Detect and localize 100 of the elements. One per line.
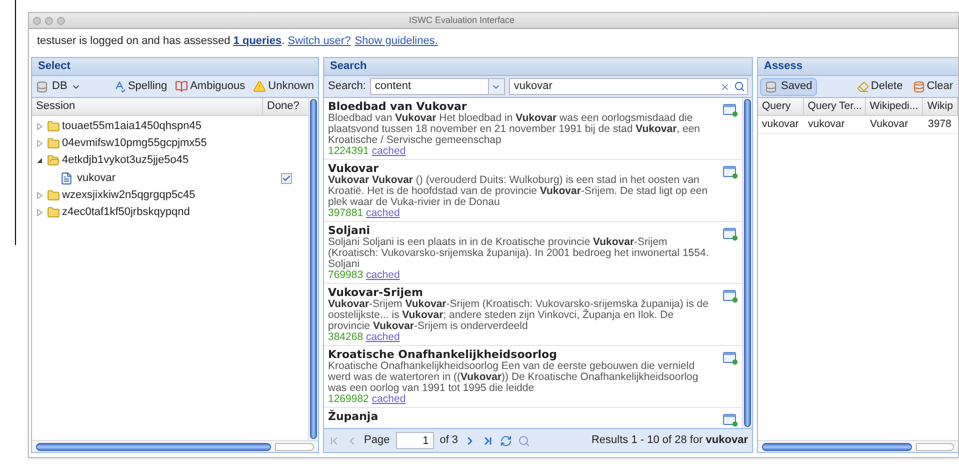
result-item[interactable]: Soljani Soljani Soljani is een plaats in in de Kroatische provincie Vukovar-Srijem (Kroatisch: Vukovarsko-srijemska županija). In 2001 bedroeg het inwonertal 1554. Soljani 769983 cached [324, 222, 742, 284]
result-title[interactable]: Vukovar-Srijem [328, 286, 715, 299]
result-title[interactable]: Vukovar [328, 162, 715, 175]
session-label: 04evmifsw10pmg55gcpjmx55 [62, 136, 207, 152]
column-header[interactable]: Wikip [923, 98, 958, 115]
filter-button[interactable]: Ambiguous [175, 78, 246, 95]
document-icon [60, 172, 73, 184]
result-title[interactable]: Kroatische Onafhankelijkheidsoorlog [328, 348, 715, 361]
tree-row[interactable]: 4etkdjb1vykot3uz5jje5o45 [32, 152, 308, 169]
folder-icon [47, 154, 60, 167]
collapsed-triangle-icon[interactable] [36, 140, 43, 147]
table-row[interactable]: vukovar vukovar Vukovar 3978 [758, 116, 958, 134]
add-window-icon[interactable] [723, 414, 738, 427]
column-header[interactable]: Session [32, 98, 263, 115]
collapsed-triangle-icon[interactable] [36, 209, 43, 216]
warning-icon [253, 80, 266, 93]
result-title[interactable]: Županja [328, 410, 715, 423]
table-cell-text: 3978 [927, 116, 952, 132]
database-icon [36, 80, 48, 92]
column-header[interactable]: Done? [263, 98, 308, 115]
add-window-icon[interactable] [723, 104, 738, 117]
search-icon[interactable] [734, 81, 745, 92]
cached-link[interactable]: cached [372, 393, 406, 405]
search-field[interactable]: vukovar [508, 78, 748, 95]
query-label: vukovar [77, 170, 117, 186]
panel-header: Select [32, 58, 318, 76]
result-snippet: Bloedbad van Vukovar Het bloedbad in Vukovar was een oorlogsmisdaad die plaatsvond tussen 18 november en 21 november 1991 bij de stad Vukovar, een Kroatische / Servische gemeenschap [328, 113, 702, 146]
book-icon [175, 80, 188, 93]
database-icon [765, 80, 777, 92]
result-snippet: Kroatische Onafhankelijkheidsoorlog Een van de eerste gebouwen die vernield werd was de watertoren in ((Vukovar)) De Kroatische Onafhankelijkheidsoorlog was een oorlog van 1991 tot 1995 die leidde [328, 361, 700, 394]
tree-row[interactable]: wzexsjixkiw2n5qgrgqp5c45 [32, 187, 308, 204]
table-cell-text: vukovar [807, 116, 846, 132]
toolbar-button[interactable]: Saved [760, 78, 818, 96]
tree-row[interactable]: 04evmifsw10pmg55gcpjmx55 [32, 135, 308, 152]
window-title: ISWC Evaluation Interface [409, 14, 515, 27]
collapsed-triangle-icon[interactable] [36, 192, 43, 199]
folder-icon [47, 137, 60, 150]
table-cell-text: vukovar [761, 116, 800, 132]
db-menu-button[interactable]: DB [36, 78, 82, 95]
field-select[interactable]: content [370, 78, 505, 95]
expanded-triangle-icon[interactable] [36, 157, 43, 164]
tree-row[interactable]: vukovar [32, 169, 308, 187]
tree-row[interactable]: z4ec0taf1kf50jrbskqypqnd [32, 204, 308, 221]
eraser-icon [856, 80, 869, 92]
scrollbar[interactable] [308, 98, 318, 440]
session-label: z4ec0taf1kf50jrbskqypqnd [62, 205, 190, 220]
refresh-icon[interactable] [500, 434, 512, 446]
horizontal-scrollbar[interactable] [32, 440, 318, 452]
result-score: 1224391 [328, 145, 369, 157]
result-snippet: Vukovar-Srijem Vukovar-Srijem (Kroatisch: Vukovarsko-srijemska županija) is de oostelijkste... is Vukovar; andere steden zijn Vinkovci, Županja en Ilok. De provincie Vukovar-Srijem is onderverdeeld [328, 299, 710, 332]
session-label: touaet55m1aia1450qhspn45 [62, 119, 202, 134]
link[interactable]: 1 queries [233, 34, 282, 47]
collapsed-triangle-icon[interactable] [36, 123, 43, 130]
database-icon [912, 80, 925, 92]
spellcheck-icon [112, 80, 126, 93]
link[interactable]: Switch user? [288, 34, 351, 47]
add-window-icon[interactable] [723, 228, 738, 241]
result-snippet: Vukovar Vukovar () (verouderd Duits: Wulkoburg) is een stad in het oosten van Kroatië. Het is de hoofdstad van de provincie Vukovar-Srijem. De stad ligt op een plek waar de Vuka-rivier in de Donau [328, 175, 709, 208]
check-icon [282, 174, 291, 182]
result-title[interactable]: Bloedbad van Vukovar [328, 100, 715, 113]
result-score: 397881 [328, 207, 364, 219]
login-status-text: testuser is logged on and has assessed 1 queries. Switch user? Show guidelines. [37, 34, 439, 49]
clear-icon[interactable] [720, 82, 730, 92]
panel-header: Search [324, 58, 752, 76]
search-label: Search: [328, 79, 366, 94]
toolbar-button[interactable]: Delete [854, 78, 906, 96]
done-checkbox[interactable] [281, 172, 292, 184]
horizontal-scrollbar[interactable] [758, 440, 958, 452]
link[interactable]: Show guidelines. [354, 34, 438, 47]
folder-icon [47, 189, 60, 202]
page-field[interactable]: 1 [396, 432, 434, 449]
result-score: 1269982 [328, 393, 369, 405]
panel-header: Assess [758, 58, 958, 76]
table-cell-text: Vukovar [869, 116, 910, 132]
column-header[interactable]: Query [758, 98, 804, 115]
filter-button[interactable]: Unknown [253, 78, 314, 95]
scrollbar[interactable] [742, 98, 752, 428]
folder-icon [47, 120, 60, 133]
filter-button[interactable]: Spelling [112, 78, 168, 95]
add-window-icon[interactable] [723, 352, 738, 365]
cached-link[interactable]: cached [366, 207, 400, 219]
result-title[interactable]: Soljani [328, 224, 715, 237]
result-score: 384268 [328, 331, 364, 343]
add-window-icon[interactable] [723, 166, 738, 179]
tree-row[interactable]: touaet55m1aia1450qhspn45 [32, 118, 308, 135]
column-header[interactable]: Wikipedi... [866, 98, 924, 115]
cached-link[interactable]: cached [366, 331, 400, 343]
cached-link[interactable]: cached [372, 145, 406, 157]
cached-link[interactable]: cached [366, 269, 400, 281]
session-label: wzexsjixkiw2n5qgrgqp5c45 [62, 188, 196, 204]
result-score: 769983 [328, 269, 364, 281]
results-summary: Results 1 - 10 of 28 for vukovar [591, 433, 748, 448]
column-header[interactable]: Query Ter... [804, 98, 866, 115]
session-label: 4etkdjb1vykot3uz5jje5o45 [62, 153, 189, 168]
toolbar-button[interactable]: Clear [910, 78, 956, 96]
folder-icon [47, 206, 60, 219]
result-snippet: Soljani Soljani is een plaats in in de Kroatische provincie Vukovar-Srijem (Kroatisch: Vukovarsko-srijemska županija). In 2001 bedroeg het inwonertal 1554. Soljani [328, 237, 710, 270]
page-label: Page [364, 433, 390, 448]
add-window-icon[interactable] [723, 290, 738, 303]
last-page-icon[interactable] [482, 434, 494, 446]
